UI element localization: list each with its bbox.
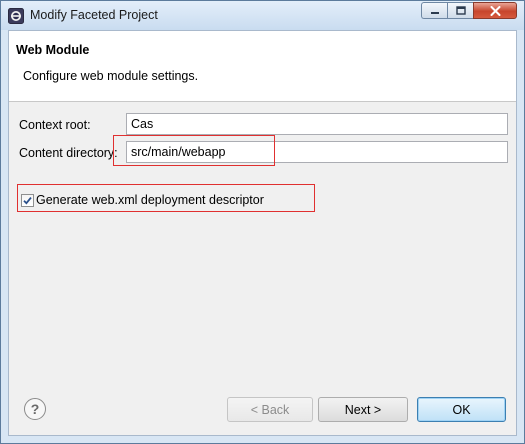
maximize-button[interactable] xyxy=(447,2,473,19)
close-button[interactable] xyxy=(473,2,517,19)
window-controls xyxy=(421,2,517,20)
eclipse-app-icon xyxy=(8,8,24,24)
generate-descriptor-checkbox[interactable] xyxy=(21,194,34,207)
help-button[interactable]: ? xyxy=(24,398,46,420)
page-title: Web Module xyxy=(16,43,90,57)
dialog-body: Web Module Configure web module settings… xyxy=(8,30,517,436)
dialog-window: Modify Faceted Project Web Module Config… xyxy=(0,0,525,444)
title-bar: Modify Faceted Project xyxy=(1,1,524,30)
help-icon: ? xyxy=(30,401,40,417)
content-directory-input[interactable] xyxy=(126,141,508,163)
context-root-input[interactable] xyxy=(126,113,508,135)
next-button[interactable]: Next > xyxy=(318,397,408,422)
window-title: Modify Faceted Project xyxy=(30,8,158,22)
checkmark-icon xyxy=(23,197,32,205)
page-description: Configure web module settings. xyxy=(23,69,199,83)
close-icon xyxy=(490,5,500,16)
wizard-header: Web Module Configure web module settings… xyxy=(9,31,516,102)
ok-button[interactable]: OK xyxy=(417,397,506,422)
maximize-icon xyxy=(455,6,466,15)
content-directory-label: Content directory: xyxy=(19,146,118,160)
minimize-button[interactable] xyxy=(421,2,447,19)
minimize-icon xyxy=(430,11,439,14)
generate-descriptor-label[interactable]: Generate web.xml deployment descriptor xyxy=(36,193,264,207)
back-button[interactable]: < Back xyxy=(227,397,313,422)
context-root-label: Context root: xyxy=(19,118,91,132)
